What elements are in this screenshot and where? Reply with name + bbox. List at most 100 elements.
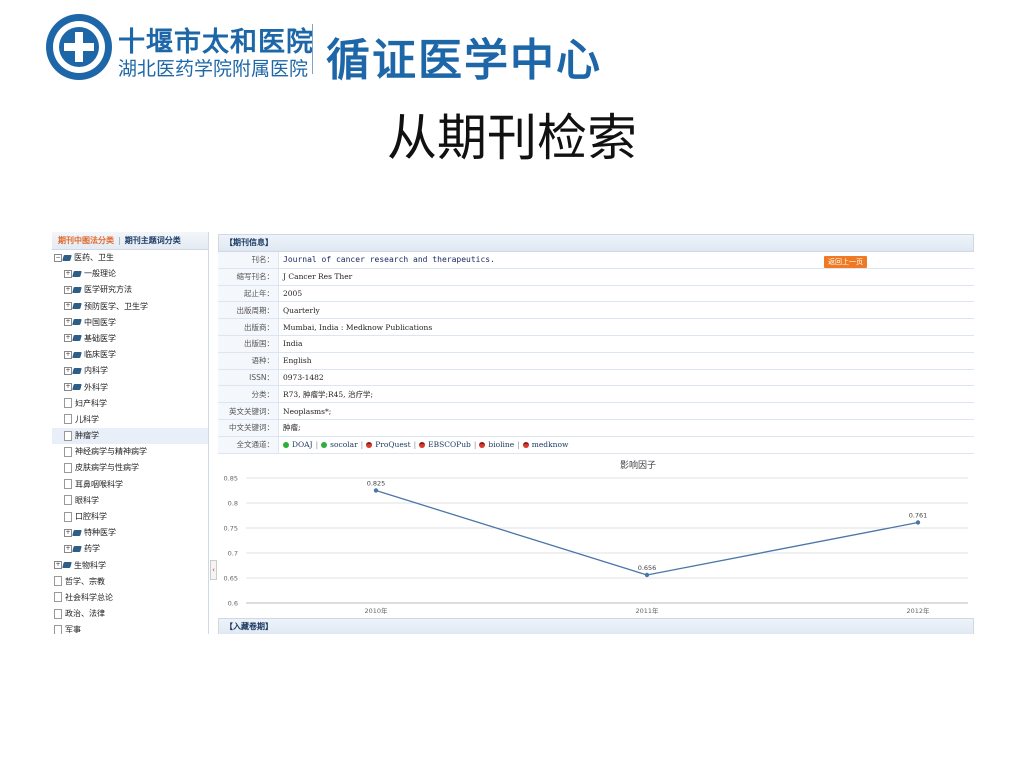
tree-node-label[interactable]: 社会科学总论 (65, 593, 113, 602)
tree-node-label[interactable]: 耳鼻咽喉科学 (75, 480, 123, 489)
journal-search-screenshot: 期刊中图法分类 | 期刊主题词分类 − 医药、卫生 + 一般理论 + 医学研究方法 + 预防医学、… (52, 232, 974, 634)
doc-icon (64, 462, 72, 473)
tree-node-label[interactable]: 基础医学 (84, 334, 116, 343)
expand-icon[interactable]: + (64, 334, 72, 343)
tree-node-label[interactable]: 医药、卫生 (74, 253, 114, 262)
tree-node-label[interactable]: 哲学、宗教 (65, 577, 105, 586)
tree-node[interactable]: + 临床医学 (52, 347, 208, 363)
tree-node-label[interactable]: 肿瘤学 (75, 431, 99, 440)
info-row: ISSN： 0973-1482 (218, 369, 974, 387)
channel-separator: | (413, 440, 417, 450)
tree-node-label[interactable]: 外科学 (84, 383, 108, 392)
tree-node[interactable]: + 内科学 (52, 363, 208, 379)
expand-icon[interactable]: + (64, 528, 72, 537)
tree-node[interactable]: 皮肤病学与性病学 (52, 460, 208, 476)
info-value: Journal of cancer research and therapeut… (278, 252, 974, 269)
tree-node[interactable]: 耳鼻咽喉科学 (52, 477, 208, 493)
tree-node-label[interactable]: 儿科学 (75, 415, 99, 424)
channel-link[interactable]: EBSCOPub (419, 440, 471, 449)
collapse-icon[interactable]: − (54, 253, 62, 262)
info-key: 出版国： (218, 335, 279, 353)
channel-link[interactable]: socolar (321, 440, 358, 449)
expand-icon[interactable]: + (64, 285, 72, 294)
tree-node[interactable]: + 基础医学 (52, 331, 208, 347)
tree-node[interactable]: 社会科学总论 (52, 590, 208, 606)
channel-name[interactable]: EBSCOPub (428, 440, 471, 449)
channel-name[interactable]: ProQuest (375, 440, 410, 449)
tree-node[interactable]: 妇产科学 (52, 396, 208, 412)
channel-name[interactable]: DOAJ (292, 440, 313, 449)
tree-node[interactable]: 哲学、宗教 (52, 574, 208, 590)
expand-icon[interactable]: + (54, 561, 62, 570)
channel-name[interactable]: socolar (330, 440, 358, 449)
tree-node[interactable]: 政治、法律 (52, 606, 208, 622)
tree-node-label[interactable]: 政治、法律 (65, 609, 105, 618)
hospital-subtitle: 湖北医药学院附属医院 (118, 58, 309, 80)
channel-link[interactable]: DOAJ (283, 440, 313, 449)
channel-name[interactable]: medknow (532, 440, 569, 449)
channel-name[interactable]: bioline (488, 440, 514, 449)
expand-icon[interactable]: + (64, 383, 72, 391)
tree-node-label[interactable]: 妇产科学 (75, 399, 107, 408)
tree-node[interactable]: + 外科学 (52, 380, 208, 396)
info-row: 语种： English (218, 352, 974, 370)
tree-node-label[interactable]: 医学研究方法 (84, 285, 132, 294)
tree-node[interactable]: + 预防医学、卫生学 (52, 299, 208, 315)
y-tick-label: 0.75 (224, 525, 238, 533)
tree-node[interactable]: + 药学 (52, 541, 208, 557)
tab-clc-classification[interactable]: 期刊中图法分类 (58, 236, 114, 245)
channel-link[interactable]: ProQuest (366, 440, 411, 449)
collapse-panel-button[interactable]: ‹ (210, 560, 217, 580)
tab-subject-classification[interactable]: 期刊主题词分类 (125, 236, 181, 245)
tree-node[interactable]: 肿瘤学 (52, 428, 208, 445)
tree-node[interactable]: 眼科学 (52, 493, 208, 509)
expand-icon[interactable]: + (64, 318, 72, 327)
tree-node-label[interactable]: 临床医学 (84, 350, 116, 359)
y-tick-label: 0.85 (224, 475, 238, 483)
info-row: 英文关键词： Neoplasms*; (218, 402, 974, 420)
channel-link[interactable]: medknow (522, 440, 569, 449)
restricted-status-icon (522, 442, 529, 449)
tree-node-label[interactable]: 特种医学 (84, 528, 116, 537)
book-icon (72, 529, 82, 536)
tree-node[interactable]: − 医药、卫生 (52, 250, 208, 266)
tree-node[interactable]: + 中国医学 (52, 315, 208, 331)
tree-node-label[interactable]: 神经病学与精神病学 (75, 447, 147, 456)
info-key: 刊名： (218, 252, 279, 269)
doc-icon (64, 495, 72, 506)
chart-title: 影响因子 (620, 459, 656, 471)
book-icon (72, 303, 82, 310)
restricted-status-icon (419, 442, 426, 449)
tree-node-label[interactable]: 内科学 (84, 366, 108, 375)
tree-node[interactable]: 口腔科学 (52, 509, 208, 525)
expand-icon[interactable]: + (64, 350, 72, 359)
tree-node[interactable]: + 一般理论 (52, 266, 208, 282)
channel-link[interactable]: bioline (479, 440, 514, 449)
tree-node-label[interactable]: 皮肤病学与性病学 (75, 463, 139, 472)
tree-node[interactable]: + 医学研究方法 (52, 282, 208, 298)
doc-icon (64, 430, 72, 441)
tree-node-label[interactable]: 预防医学、卫生学 (84, 302, 148, 311)
tree-node-label[interactable]: 军事 (65, 625, 81, 634)
tree-node-label[interactable]: 一般理论 (84, 269, 116, 278)
tree-node-label[interactable]: 口腔科学 (75, 512, 107, 521)
tree-node[interactable]: + 生物科学 (52, 558, 208, 574)
expand-icon[interactable]: + (64, 302, 72, 311)
tree-node-label[interactable]: 生物科学 (74, 561, 106, 570)
tree-node-label[interactable]: 药学 (84, 544, 100, 553)
tree-node[interactable]: + 特种医学 (52, 525, 208, 541)
tree-node[interactable]: 军事 (52, 622, 208, 634)
tree-node-label[interactable]: 眼科学 (75, 496, 99, 505)
expand-icon[interactable]: + (64, 269, 72, 278)
back-button[interactable]: 返回上一页 (824, 256, 867, 268)
x-tick-label: 2012年 (906, 606, 930, 615)
center-name: 循证医学中心 (326, 35, 602, 86)
tree-node[interactable]: 神经病学与精神病学 (52, 444, 208, 460)
expand-icon[interactable]: + (64, 544, 72, 553)
expand-icon[interactable]: + (64, 366, 72, 375)
doc-icon (54, 608, 62, 619)
classification-tree: − 医药、卫生 + 一般理论 + 医学研究方法 + 预防医学、卫生学 + 中国医学 + 基础医学 + 临床… (52, 250, 208, 634)
tree-node[interactable]: 儿科学 (52, 412, 208, 428)
tree-node-label[interactable]: 中国医学 (84, 318, 116, 327)
fulltext-channels: DOAJ | socolar | ProQuest | EBSCOPub | bioline | m… (278, 436, 974, 454)
